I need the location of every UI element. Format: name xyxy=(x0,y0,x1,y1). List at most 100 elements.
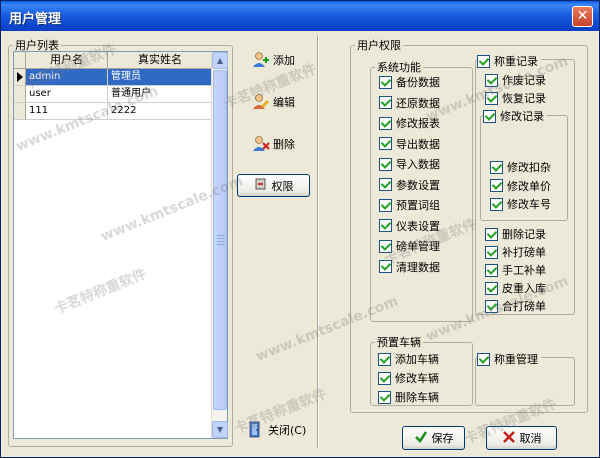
weigh-record-item-label: 补打磅单 xyxy=(502,246,546,259)
grid-vertical-scrollbar[interactable]: ▲ ▼ xyxy=(211,52,228,438)
weigh-record-item-checkbox-row[interactable]: 皮重入库 xyxy=(485,280,546,296)
weigh-record-item-checkbox[interactable] xyxy=(485,263,498,277)
system-function-checkbox[interactable] xyxy=(379,239,392,253)
system-function-label: 参数设置 xyxy=(396,178,440,192)
modify-record-item-checkbox[interactable] xyxy=(490,197,503,211)
weigh-record-item-checkbox[interactable] xyxy=(485,299,498,313)
cell-username[interactable]: user xyxy=(26,86,108,103)
cell-username[interactable]: 111 xyxy=(26,103,108,120)
scroll-up-button[interactable]: ▲ xyxy=(212,52,228,69)
preset-vehicle-label: 修改车辆 xyxy=(395,372,439,385)
weigh-record-item-checkbox[interactable] xyxy=(485,245,498,259)
column-header-realname[interactable]: 真实姓名 xyxy=(108,52,213,69)
cross-icon xyxy=(502,430,516,447)
user-management-window: 用户管理 ✕ 用户列表 用户名 真实姓名 admin 管理员 user 普通用户 111… xyxy=(0,0,600,458)
system-function-label: 清理数据 xyxy=(396,260,440,274)
preset-vehicle-checkbox-row[interactable]: 修改车辆 xyxy=(378,370,439,386)
system-function-label: 导出数据 xyxy=(396,137,440,151)
weigh-record-item-checkbox[interactable] xyxy=(485,227,498,241)
title-bar[interactable]: 用户管理 ✕ xyxy=(1,1,599,31)
row-indicator[interactable] xyxy=(14,69,26,86)
weigh-record-item-checkbox-row[interactable]: 删除记录 xyxy=(485,226,546,242)
row-indicator[interactable] xyxy=(14,103,26,120)
modify-record-item-checkbox-row[interactable]: 修改扣杂 xyxy=(490,159,551,175)
cell-username[interactable]: admin xyxy=(26,69,108,86)
system-function-checkbox[interactable] xyxy=(379,178,392,191)
weigh-record-item-checkbox[interactable] xyxy=(485,91,498,105)
column-header-username[interactable]: 用户名 xyxy=(26,52,108,69)
weigh-manage-checkbox-row[interactable]: 称重管理 xyxy=(477,351,541,367)
vertical-divider xyxy=(317,35,319,448)
system-function-checkbox-row[interactable]: 参数设置 xyxy=(379,177,440,193)
system-function-checkbox[interactable] xyxy=(379,157,392,171)
modify-record-item-checkbox[interactable] xyxy=(490,160,503,174)
weigh-manage-checkbox[interactable] xyxy=(477,352,490,366)
preset-vehicle-checkbox[interactable] xyxy=(378,352,391,366)
system-function-checkbox[interactable] xyxy=(379,116,392,130)
system-function-checkbox-row[interactable]: 备份数据 xyxy=(379,74,440,90)
system-function-checkbox-row[interactable]: 还原数据 xyxy=(379,95,440,111)
weigh-record-checkbox-row[interactable]: 称重记录 xyxy=(477,53,541,69)
system-function-checkbox[interactable] xyxy=(379,75,392,89)
user-grid[interactable]: 用户名 真实姓名 admin 管理员 user 普通用户 111 2222 ▲ ▼ xyxy=(13,51,228,439)
weigh-record-item-checkbox[interactable] xyxy=(485,281,498,295)
delete-user-button[interactable]: 删除 xyxy=(250,134,297,154)
system-function-checkbox[interactable] xyxy=(379,219,392,232)
save-label: 保存 xyxy=(431,432,454,445)
system-function-checkbox[interactable] xyxy=(379,260,392,273)
cell-realname[interactable]: 普通用户 xyxy=(108,86,213,103)
add-user-button[interactable]: 添加 xyxy=(250,50,297,70)
close-window-button[interactable]: ✕ xyxy=(572,6,593,27)
system-function-checkbox[interactable] xyxy=(379,137,392,150)
weigh-record-item-checkbox-row[interactable]: 补打磅单 xyxy=(485,244,546,260)
user-permissions-legend: 用户权限 xyxy=(357,39,401,52)
row-indicator[interactable] xyxy=(14,86,26,103)
weigh-record-checkbox[interactable] xyxy=(477,54,490,68)
table-row[interactable]: user 普通用户 xyxy=(14,86,213,103)
scroll-thumb[interactable] xyxy=(213,70,227,410)
modify-record-item-checkbox[interactable] xyxy=(490,179,503,192)
modify-record-item-checkbox-row[interactable]: 修改单价 xyxy=(490,178,551,194)
add-user-label: 添加 xyxy=(273,54,295,67)
system-function-checkbox[interactable] xyxy=(379,96,392,109)
edit-user-icon xyxy=(252,93,270,111)
cancel-button[interactable]: 取消 xyxy=(486,426,557,450)
current-row-pointer-icon xyxy=(17,72,23,82)
close-button[interactable]: 关闭(C) xyxy=(245,420,308,440)
table-row[interactable]: 111 2222 xyxy=(14,103,213,120)
save-button[interactable]: 保存 xyxy=(402,426,465,450)
add-user-icon xyxy=(252,51,270,69)
system-function-checkbox-row[interactable]: 仪表设置 xyxy=(379,218,440,234)
permission-button[interactable]: 权限 xyxy=(237,174,310,197)
system-function-checkbox-row[interactable]: 清理数据 xyxy=(379,259,440,275)
preset-vehicle-checkbox-row[interactable]: 删除车辆 xyxy=(378,389,439,405)
system-function-label: 预置词组 xyxy=(396,199,440,212)
cell-realname[interactable]: 2222 xyxy=(108,103,213,120)
modify-record-item-checkbox-row[interactable]: 修改车号 xyxy=(490,196,551,212)
preset-vehicle-checkbox-row[interactable]: 添加车辆 xyxy=(378,351,439,367)
weigh-record-item-checkbox-row[interactable]: 手工补单 xyxy=(485,262,546,278)
preset-vehicle-checkbox[interactable] xyxy=(378,371,391,385)
modify-record-checkbox-row[interactable]: 修改记录 xyxy=(483,108,547,124)
modify-record-checkbox[interactable] xyxy=(483,109,496,123)
weigh-record-item-label: 皮重入库 xyxy=(502,282,546,295)
system-function-checkbox-row[interactable]: 导出数据 xyxy=(379,136,440,152)
system-function-checkbox-row[interactable]: 导入数据 xyxy=(379,156,440,172)
delete-user-icon xyxy=(252,135,270,153)
weigh-record-item-checkbox-row[interactable]: 作废记录 xyxy=(485,72,546,88)
system-function-checkbox-row[interactable]: 修改报表 xyxy=(379,115,440,131)
preset-vehicle-checkbox[interactable] xyxy=(378,390,391,404)
preset-vehicle-label: 删除车辆 xyxy=(395,391,439,404)
weigh-record-item-checkbox[interactable] xyxy=(485,73,498,87)
modify-record-item-label: 修改扣杂 xyxy=(507,161,551,174)
system-function-checkbox[interactable] xyxy=(379,198,392,212)
scroll-down-button[interactable]: ▼ xyxy=(212,421,228,438)
weigh-record-item-checkbox-row[interactable]: 恢复记录 xyxy=(485,90,546,106)
cell-realname[interactable]: 管理员 xyxy=(108,69,213,86)
edit-user-button[interactable]: 编辑 xyxy=(250,92,297,112)
system-function-checkbox-row[interactable]: 预置词组 xyxy=(379,197,440,213)
modify-record-label: 修改记录 xyxy=(500,110,544,123)
system-function-checkbox-row[interactable]: 磅单管理 xyxy=(379,238,440,254)
weigh-record-item-checkbox-row[interactable]: 合打磅单 xyxy=(485,298,546,314)
table-row[interactable]: admin 管理员 xyxy=(14,69,213,86)
